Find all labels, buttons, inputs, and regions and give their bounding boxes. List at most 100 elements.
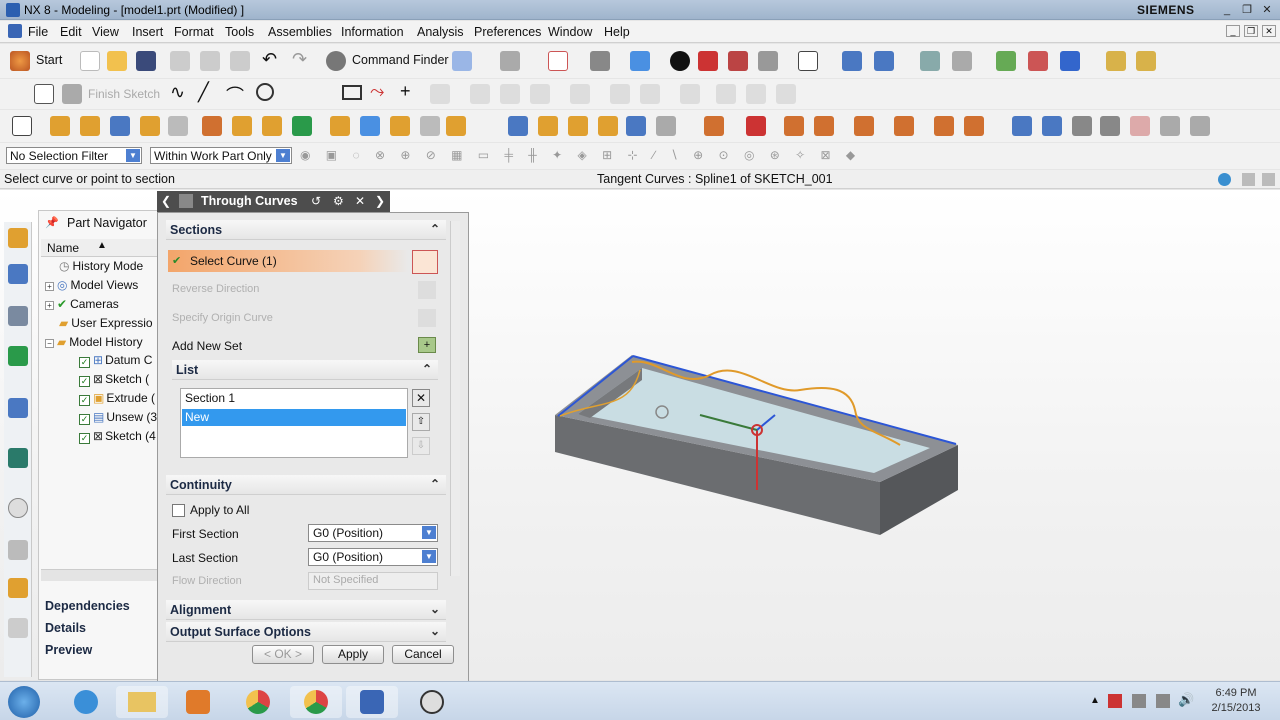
reuse-library-icon[interactable] xyxy=(8,346,28,366)
menu-preferences[interactable]: Preferences xyxy=(474,25,541,39)
chrome-active-icon[interactable] xyxy=(290,686,342,718)
preview-panel[interactable]: Preview xyxy=(45,643,92,657)
chevron-down-icon[interactable]: ▼ xyxy=(126,149,140,162)
copy-icon[interactable] xyxy=(200,51,220,71)
command-finder-button[interactable]: Command Finder xyxy=(352,53,449,67)
menu-analysis[interactable]: Analysis xyxy=(417,25,464,39)
x-form-icon[interactable] xyxy=(1190,116,1210,136)
visibility-checkbox[interactable]: ✓ xyxy=(79,357,90,368)
column-header[interactable]: Name ▲ xyxy=(41,239,161,257)
polygon-icon[interactable] xyxy=(430,84,450,104)
ruler-icon[interactable] xyxy=(1106,51,1126,71)
tree-node[interactable]: − ▰ Model History xyxy=(45,335,143,349)
doc-minimize-icon[interactable]: _ xyxy=(1226,25,1240,37)
save-icon[interactable] xyxy=(136,51,156,71)
sections-group-header[interactable]: Sections ⌃ xyxy=(166,220,446,240)
tree-node[interactable]: ▰ User Expressio xyxy=(59,316,153,330)
move-icon[interactable] xyxy=(874,51,894,71)
apply-button[interactable]: Apply xyxy=(322,645,384,664)
nx-menu-icon[interactable] xyxy=(8,24,22,38)
datum-plane-icon[interactable] xyxy=(110,116,130,136)
collapse-icon[interactable]: − xyxy=(45,339,54,348)
n-sided-icon[interactable] xyxy=(854,116,874,136)
media-player-icon[interactable] xyxy=(172,686,224,718)
open-folder-icon[interactable] xyxy=(107,51,127,71)
list-group-header[interactable]: List ⌃ xyxy=(172,360,438,380)
auto-constrain-icon[interactable] xyxy=(776,84,796,104)
continuity-group-header[interactable]: Continuity ⌃ xyxy=(166,475,446,495)
intersect-icon[interactable] xyxy=(360,116,380,136)
trim-sheet-icon[interactable] xyxy=(1100,116,1120,136)
revolve-icon[interactable] xyxy=(80,116,100,136)
tray-up-icon[interactable]: ▲ xyxy=(1090,695,1100,706)
dialog-scrollbar[interactable] xyxy=(450,221,460,576)
sketch-icon[interactable] xyxy=(34,84,54,104)
close-icon[interactable]: ✕ xyxy=(355,194,365,208)
chevron-down-icon[interactable]: ▼ xyxy=(276,149,290,162)
visibility-checkbox[interactable]: ✓ xyxy=(79,395,90,406)
offset-icon[interactable] xyxy=(610,84,630,104)
new-file-icon[interactable] xyxy=(80,51,100,71)
section-list[interactable]: Section 1 New xyxy=(180,388,408,458)
ruled-icon[interactable] xyxy=(704,116,724,136)
offset-surface-icon[interactable] xyxy=(1012,116,1032,136)
chevron-up-icon[interactable]: ⌃ xyxy=(430,222,440,236)
chevron-right-icon[interactable]: ❯ xyxy=(375,194,385,208)
volume-icon[interactable]: 🔊 xyxy=(1178,692,1194,708)
split-body-icon[interactable] xyxy=(538,116,558,136)
extension-icon[interactable] xyxy=(1042,116,1062,136)
point-icon[interactable]: + xyxy=(400,81,411,102)
menu-window[interactable]: Window xyxy=(548,25,592,39)
internet-explorer-icon[interactable] xyxy=(60,686,112,718)
through-curves-icon[interactable] xyxy=(746,116,766,136)
alignment-group-header[interactable]: Alignment ⌄ xyxy=(166,600,446,620)
clock-time[interactable]: 6:49 PM xyxy=(1206,687,1266,699)
pattern-icon[interactable] xyxy=(640,84,660,104)
global-shaping-icon[interactable] xyxy=(1160,116,1180,136)
chamfer-icon[interactable] xyxy=(500,84,520,104)
list-item[interactable]: Section 1 xyxy=(185,391,235,405)
snap-view-icon[interactable] xyxy=(452,51,472,71)
file-explorer-icon[interactable] xyxy=(116,686,168,718)
face-blend-icon[interactable] xyxy=(1130,116,1150,136)
render-style-icon[interactable] xyxy=(670,51,690,71)
chamfer-feature-icon[interactable] xyxy=(420,116,440,136)
tree-node[interactable]: ◷ History Mode xyxy=(59,259,143,273)
add-new-set-button[interactable]: + xyxy=(418,337,436,353)
first-section-dropdown[interactable]: G0 (Position) ▼ xyxy=(308,524,438,542)
hd3d-tools-icon[interactable] xyxy=(8,398,28,418)
menu-information[interactable]: Information xyxy=(341,25,404,39)
fillet-icon[interactable] xyxy=(470,84,490,104)
constraint-navigator-icon[interactable] xyxy=(8,264,28,284)
action-center-icon[interactable] xyxy=(1108,694,1122,708)
chevron-left-icon[interactable]: ❮ xyxy=(161,194,171,208)
remove-icon[interactable]: ✕ xyxy=(412,389,430,407)
selection-scope-dropdown[interactable]: Within Work Part Only ▼ xyxy=(150,147,292,164)
section-view-icon[interactable] xyxy=(698,51,718,71)
sew-icon[interactable] xyxy=(894,116,914,136)
paste-icon[interactable] xyxy=(230,51,250,71)
cancel-button[interactable]: Cancel xyxy=(392,645,454,664)
swept-icon[interactable] xyxy=(814,116,834,136)
close-icon[interactable]: ✕ xyxy=(1258,3,1276,17)
dependencies-panel[interactable]: Dependencies xyxy=(45,599,130,613)
dimension-icon[interactable] xyxy=(746,84,766,104)
through-curve-mesh-icon[interactable] xyxy=(784,116,804,136)
gear-icon[interactable]: ⚙ xyxy=(333,194,344,208)
minimize-icon[interactable]: _ xyxy=(1218,3,1236,17)
system-scenes-icon[interactable] xyxy=(8,618,28,638)
tree-node[interactable]: ✓ ▤ Unsew (3 xyxy=(79,410,157,425)
doc-restore-icon[interactable]: ❐ xyxy=(1244,25,1258,37)
background-icon[interactable] xyxy=(798,51,818,71)
start-button[interactable]: Start xyxy=(36,53,62,67)
pocket-icon[interactable] xyxy=(232,116,252,136)
tree-node[interactable]: ✓ ⊠ Sketch ( xyxy=(79,372,149,387)
clock-date[interactable]: 2/15/2013 xyxy=(1206,702,1266,714)
selection-filter-dropdown[interactable]: No Selection Filter ▼ xyxy=(6,147,142,164)
mirror-icon[interactable] xyxy=(680,84,700,104)
snap-point-toolbar[interactable]: ◉ ▣ ◌ ⊗ ⊕ ⊘ ▦ ▭ ╪ ╫ ✦ ◈ ⊞ ⊹ ∕ ∖ ⊕ ⊙ ◎ ⊛ … xyxy=(300,148,1080,164)
shell-icon[interactable] xyxy=(446,116,466,136)
unite-icon[interactable] xyxy=(292,116,312,136)
select-curve-row[interactable]: ✔ Select Curve (1) xyxy=(168,250,408,272)
list-icon[interactable] xyxy=(1242,173,1255,186)
